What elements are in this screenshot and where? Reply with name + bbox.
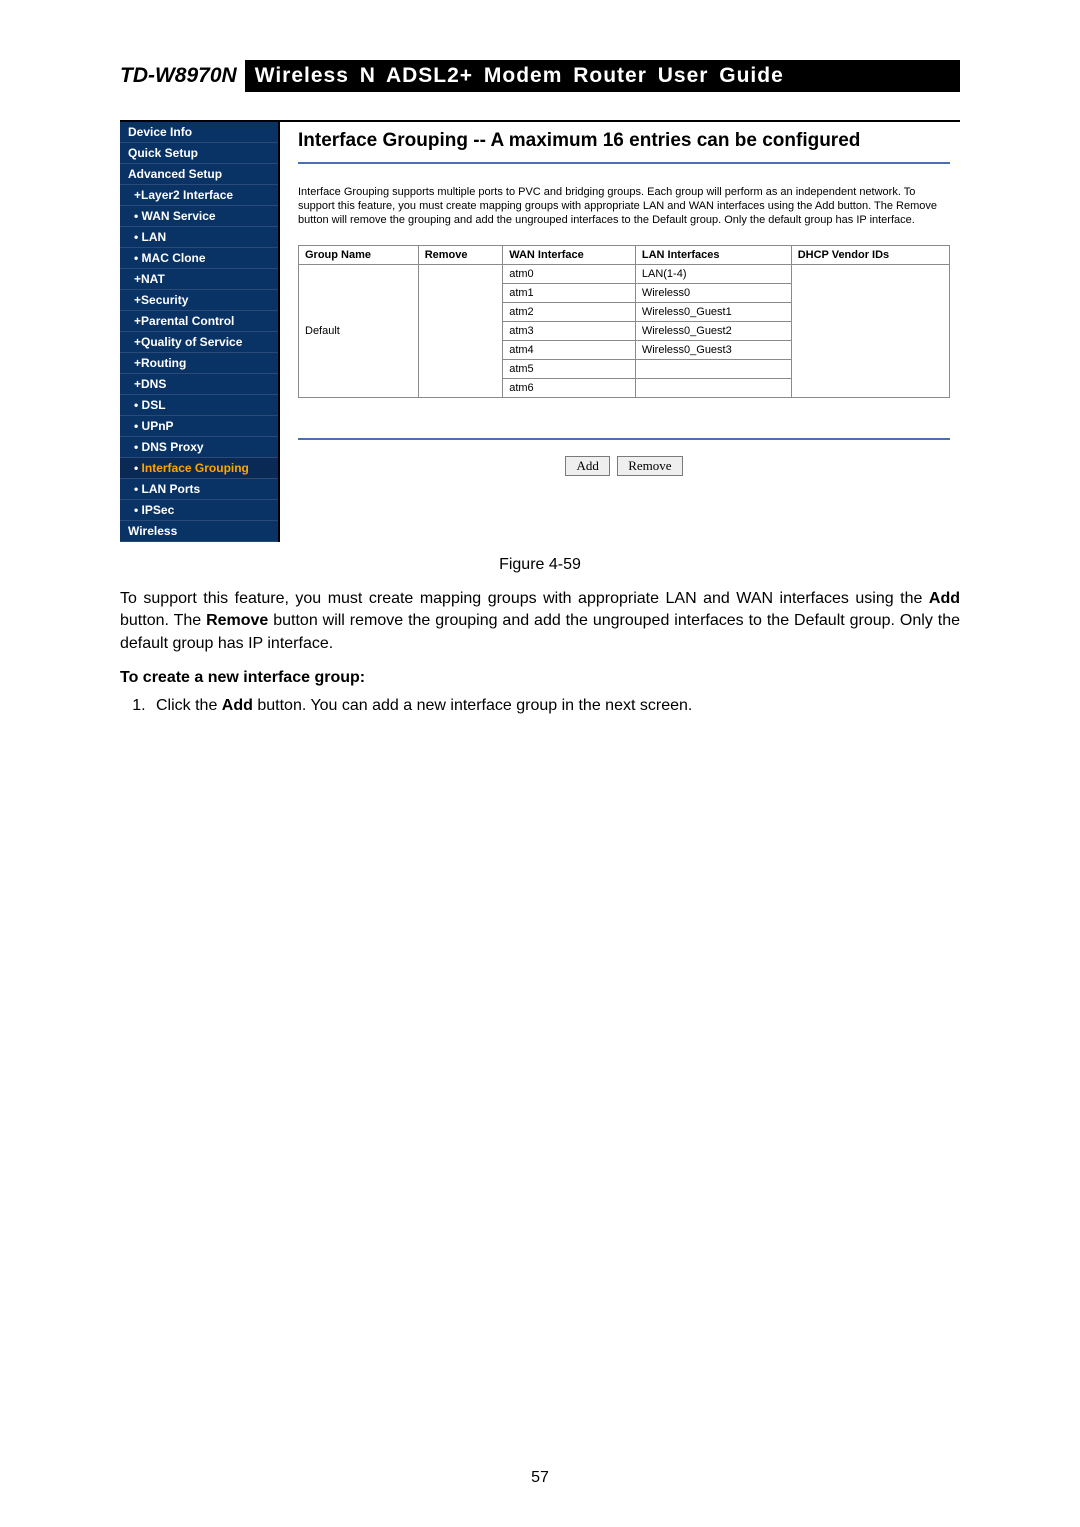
cell-lan: Wireless0_Guest1 bbox=[635, 303, 791, 322]
remove-button[interactable]: Remove bbox=[617, 456, 682, 476]
panel-description: Interface Grouping supports multiple por… bbox=[298, 186, 950, 227]
doc-subheading: To create a new interface group: bbox=[120, 669, 960, 687]
sidebar-nav: Device InfoQuick SetupAdvanced SetupLaye… bbox=[120, 122, 280, 542]
nav-item[interactable]: UPnP bbox=[120, 416, 278, 437]
text: Click the bbox=[156, 697, 222, 714]
cell-wan: atm3 bbox=[503, 322, 636, 341]
cell-wan: atm4 bbox=[503, 341, 636, 360]
nav-item[interactable]: LAN Ports bbox=[120, 479, 278, 500]
cell-wan: atm5 bbox=[503, 360, 636, 379]
content-panel: Interface Grouping -- A maximum 16 entri… bbox=[280, 122, 960, 486]
cell-wan: atm0 bbox=[503, 265, 636, 284]
nav-item[interactable]: Interface Grouping bbox=[120, 458, 278, 479]
text: button. The bbox=[120, 612, 206, 629]
cell-wan: atm6 bbox=[503, 379, 636, 398]
col-lan-interfaces: LAN Interfaces bbox=[635, 246, 791, 265]
col-dhcp-vendor-ids: DHCP Vendor IDs bbox=[791, 246, 949, 265]
nav-item[interactable]: DNS bbox=[120, 374, 278, 395]
list-item: Click the Add button. You can add a new … bbox=[150, 697, 960, 715]
cell-lan: Wireless0_Guest3 bbox=[635, 341, 791, 360]
nav-item[interactable]: DSL bbox=[120, 395, 278, 416]
doc-ordered-list: Click the Add button. You can add a new … bbox=[124, 697, 960, 715]
nav-item[interactable]: WAN Service bbox=[120, 206, 278, 227]
cell-lan: LAN(1-4) bbox=[635, 265, 791, 284]
cell-wan: atm2 bbox=[503, 303, 636, 322]
nav-item[interactable]: LAN bbox=[120, 227, 278, 248]
col-group-name: Group Name bbox=[299, 246, 419, 265]
doc-header: TD-W8970N Wireless N ADSL2+ Modem Router… bbox=[120, 60, 960, 92]
cell-group-name: Default bbox=[299, 265, 419, 398]
panel-title: Interface Grouping -- A maximum 16 entri… bbox=[298, 130, 950, 152]
page-number: 57 bbox=[0, 1469, 1080, 1487]
nav-item[interactable]: DNS Proxy bbox=[120, 437, 278, 458]
divider bbox=[298, 162, 950, 164]
doc-paragraph: To support this feature, you must create… bbox=[120, 588, 960, 655]
cell-dhcp bbox=[791, 265, 949, 398]
interface-table: Group Name Remove WAN Interface LAN Inte… bbox=[298, 245, 950, 398]
text-bold-add: Add bbox=[222, 697, 253, 714]
cell-lan bbox=[635, 360, 791, 379]
nav-item[interactable]: Layer2 Interface bbox=[120, 185, 278, 206]
text-bold-remove: Remove bbox=[206, 612, 268, 629]
cell-lan: Wireless0 bbox=[635, 284, 791, 303]
nav-item[interactable]: MAC Clone bbox=[120, 248, 278, 269]
nav-item[interactable]: NAT bbox=[120, 269, 278, 290]
figure-caption: Figure 4-59 bbox=[120, 556, 960, 574]
button-row: Add Remove bbox=[298, 438, 950, 476]
add-button[interactable]: Add bbox=[565, 456, 609, 476]
nav-item[interactable]: Routing bbox=[120, 353, 278, 374]
nav-item[interactable]: Quality of Service bbox=[120, 332, 278, 353]
nav-item[interactable]: Advanced Setup bbox=[120, 164, 278, 185]
text: button. You can add a new interface grou… bbox=[253, 697, 692, 714]
nav-item[interactable]: IPSec bbox=[120, 500, 278, 521]
table-row: Defaultatm0LAN(1-4) bbox=[299, 265, 950, 284]
nav-item[interactable]: Wireless bbox=[120, 521, 278, 542]
nav-item[interactable]: Quick Setup bbox=[120, 143, 278, 164]
text: To support this feature, you must create… bbox=[120, 590, 929, 607]
cell-lan: Wireless0_Guest2 bbox=[635, 322, 791, 341]
doc-title: Wireless N ADSL2+ Modem Router User Guid… bbox=[245, 60, 960, 92]
cell-wan: atm1 bbox=[503, 284, 636, 303]
nav-item[interactable]: Security bbox=[120, 290, 278, 311]
figure-screenshot: Device InfoQuick SetupAdvanced SetupLaye… bbox=[120, 120, 960, 542]
text-bold-add: Add bbox=[929, 590, 960, 607]
cell-lan bbox=[635, 379, 791, 398]
col-wan-interface: WAN Interface bbox=[503, 246, 636, 265]
nav-item[interactable]: Device Info bbox=[120, 122, 278, 143]
cell-remove bbox=[418, 265, 503, 398]
nav-item[interactable]: Parental Control bbox=[120, 311, 278, 332]
col-remove: Remove bbox=[418, 246, 503, 265]
model-number: TD-W8970N bbox=[120, 60, 245, 92]
